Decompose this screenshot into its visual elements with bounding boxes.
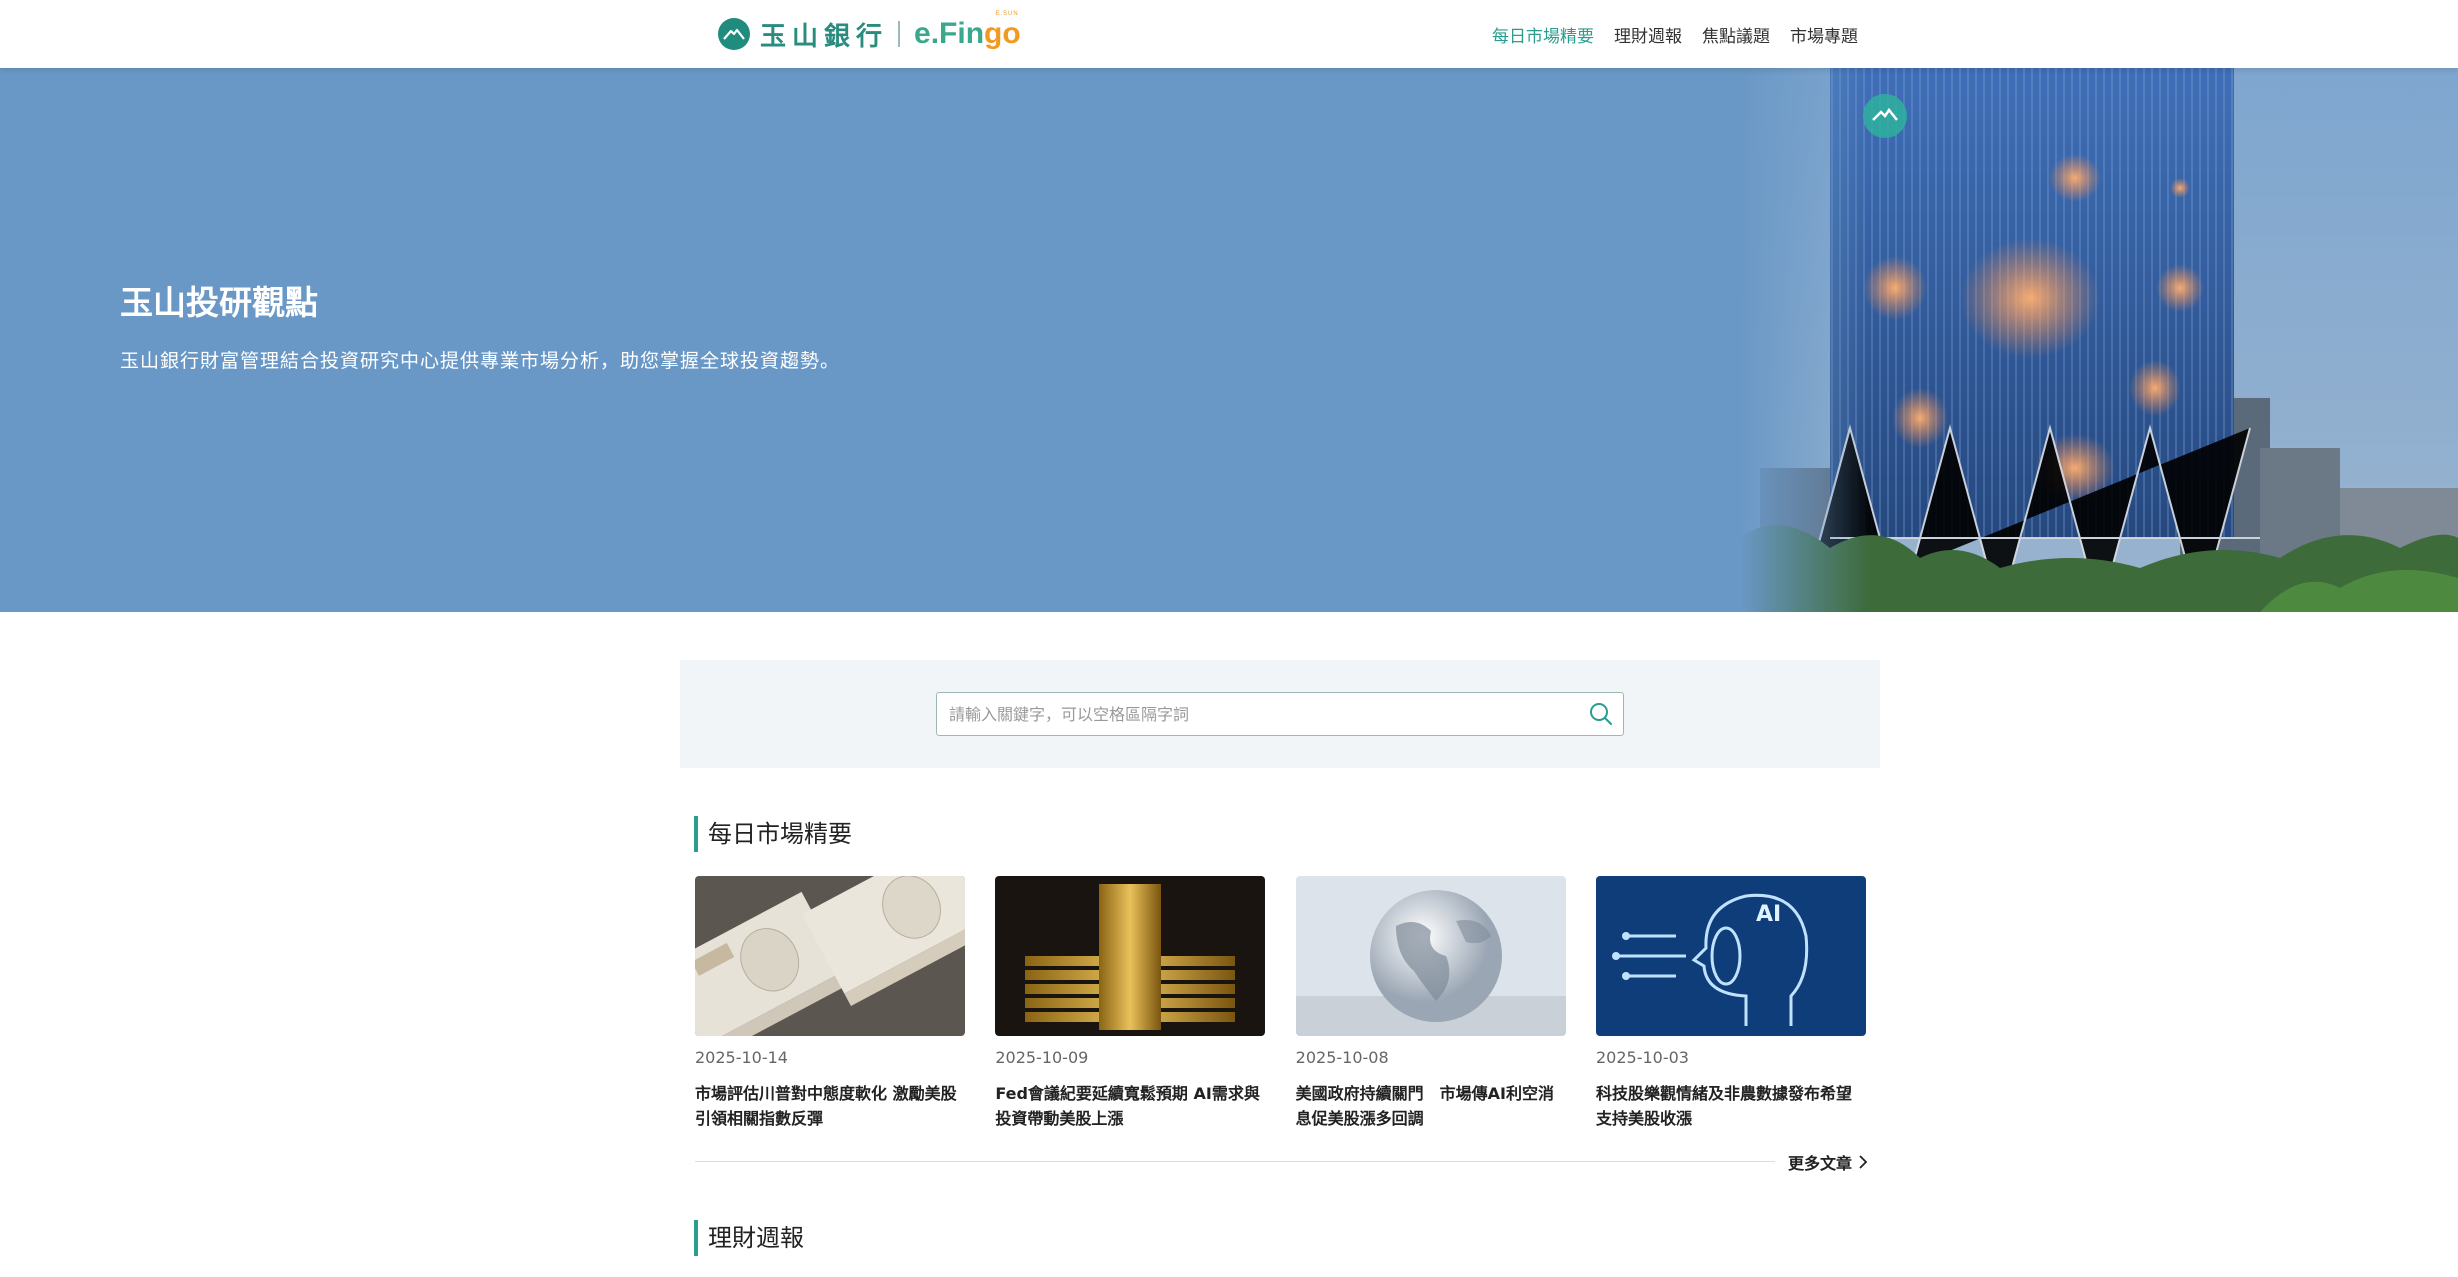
search-icon [1590,703,1612,725]
nav-focus-topics[interactable]: 焦點議題 [1702,22,1770,47]
esun-mountain-icon [718,18,750,50]
article-card[interactable]: 2025-10-14 市場評估川普對中態度軟化 激勵美股引領相關指數反彈 [695,876,965,1131]
article-title[interactable]: 美國政府持續關門 市場傳AI利空消息促美股漲多回調 [1296,1081,1566,1131]
article-card[interactable]: 2025-10-08 美國政府持續關門 市場傳AI利空消息促美股漲多回調 [1295,876,1566,1131]
article-card[interactable]: 2025-10-09 Fed會議紀要延續寬鬆預期 AI需求與投資帶動美股上漲 [995,876,1266,1131]
hero-description: 玉山銀行財富管理結合投資研究中心提供專業市場分析，助您掌握全球投資趨勢。 [120,350,841,372]
divider [695,1161,1775,1162]
gold-bars-image [995,876,1266,1036]
article-date: 2025-10-09 [995,1048,1089,1067]
article-title[interactable]: 市場評估川普對中態度軟化 激勵美股引領相關指數反彈 [695,1081,965,1131]
search-box [936,692,1624,736]
article-card[interactable]: AI 2025-10-03 科技股樂觀情緒及非農數據發布希望支持美股收漲 [1595,876,1866,1131]
svg-text:AI: AI [1756,902,1781,927]
site-header: 玉山銀行 e.Fingo E.SUN 每日市場精要 理財週報 焦點議題 市場專題 [0,0,2458,68]
hero-banner: 玉山投研觀點 玉山銀行財富管理結合投資研究中心提供專業市場分析，助您掌握全球投資… [0,68,2458,612]
article-date: 2025-10-08 [1295,1048,1389,1067]
article-date: 2025-10-14 [695,1048,788,1067]
logo[interactable]: 玉山銀行 e.Fingo E.SUN [718,11,1021,52]
more-articles-link[interactable]: 更多文章 [1788,1150,1868,1174]
nav-daily-market[interactable]: 每日市場精要 [1492,22,1594,47]
search-button[interactable] [1579,692,1623,736]
article-list: 2025-10-14 市場評估川普對中態度軟化 激勵美股引領相關指數反彈 202… [695,876,1866,1131]
search-panel [680,660,1880,768]
article-title[interactable]: 科技股樂觀情緒及非農數據發布希望支持美股收漲 [1596,1081,1866,1131]
section-title-weekly: 理財週報 [694,1220,804,1256]
yen-banknotes-image [695,876,965,1036]
nav-market-special[interactable]: 市場專題 [1790,22,1858,47]
article-date: 2025-10-03 [1595,1048,1689,1067]
efingo-logo: e.Fingo E.SUN [914,11,1021,50]
section-title-daily: 每日市場精要 [694,816,852,852]
logo-divider [898,21,901,47]
glass-globe-image [1295,876,1566,1036]
main-nav: 每日市場精要 理財週報 焦點議題 市場專題 [1492,22,1858,47]
chevron-right-icon [1859,1155,1868,1169]
nav-weekly-report[interactable]: 理財週報 [1614,22,1682,47]
more-articles-label: 更多文章 [1788,1154,1853,1173]
building-image [1740,68,2458,612]
article-title[interactable]: Fed會議紀要延續寬鬆預期 AI需求與投資帶動美股上漲 [995,1081,1265,1131]
search-input[interactable] [937,693,1579,735]
ai-head-image: AI [1595,876,1866,1036]
hero-title: 玉山投研觀點 [120,283,318,322]
brand-name: 玉山銀行 [760,21,889,52]
